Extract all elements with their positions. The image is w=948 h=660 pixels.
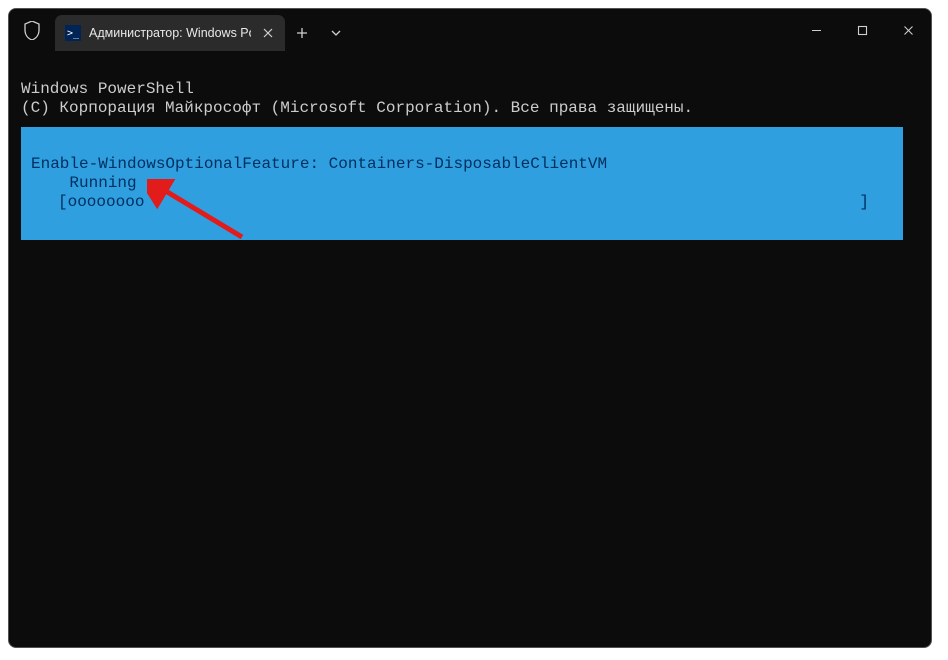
header-line-2: (C) Корпорация Майкрософт (Microsoft Cor…	[21, 99, 693, 117]
tab-close-button[interactable]	[259, 24, 277, 42]
close-icon	[263, 28, 273, 38]
titlebar: >_ Администратор: Windows Po	[9, 9, 931, 51]
progress-bar-fill: [oooooooo	[58, 193, 144, 212]
progress-block: Enable-WindowsOptionalFeature: Container…	[21, 127, 903, 240]
terminal-window: >_ Администратор: Windows Po	[8, 8, 932, 648]
tab-powershell[interactable]: >_ Администратор: Windows Po	[55, 15, 285, 51]
new-tab-button[interactable]	[285, 15, 319, 51]
progress-bar: [oooooooo]	[31, 193, 893, 212]
plus-icon	[296, 27, 308, 39]
progress-title: Enable-WindowsOptionalFeature: Container…	[31, 155, 607, 173]
terminal-body[interactable]: Windows PowerShell (C) Корпорация Майкро…	[9, 51, 931, 290]
minimize-icon	[811, 25, 822, 36]
minimize-button[interactable]	[793, 9, 839, 51]
header-line-1: Windows PowerShell	[21, 80, 194, 98]
powershell-icon: >_	[65, 25, 81, 41]
tab-dropdown-button[interactable]	[319, 15, 353, 51]
uac-shield-button[interactable]	[9, 9, 55, 51]
progress-status: Running	[31, 174, 137, 192]
titlebar-drag-area[interactable]	[353, 9, 793, 51]
close-icon	[903, 25, 914, 36]
chevron-down-icon	[331, 30, 341, 36]
close-button[interactable]	[885, 9, 931, 51]
maximize-button[interactable]	[839, 9, 885, 51]
progress-bar-end: ]	[859, 193, 869, 212]
shield-icon	[24, 21, 40, 40]
tab-title: Администратор: Windows Po	[89, 26, 251, 40]
window-controls	[793, 9, 931, 51]
maximize-icon	[857, 25, 868, 36]
